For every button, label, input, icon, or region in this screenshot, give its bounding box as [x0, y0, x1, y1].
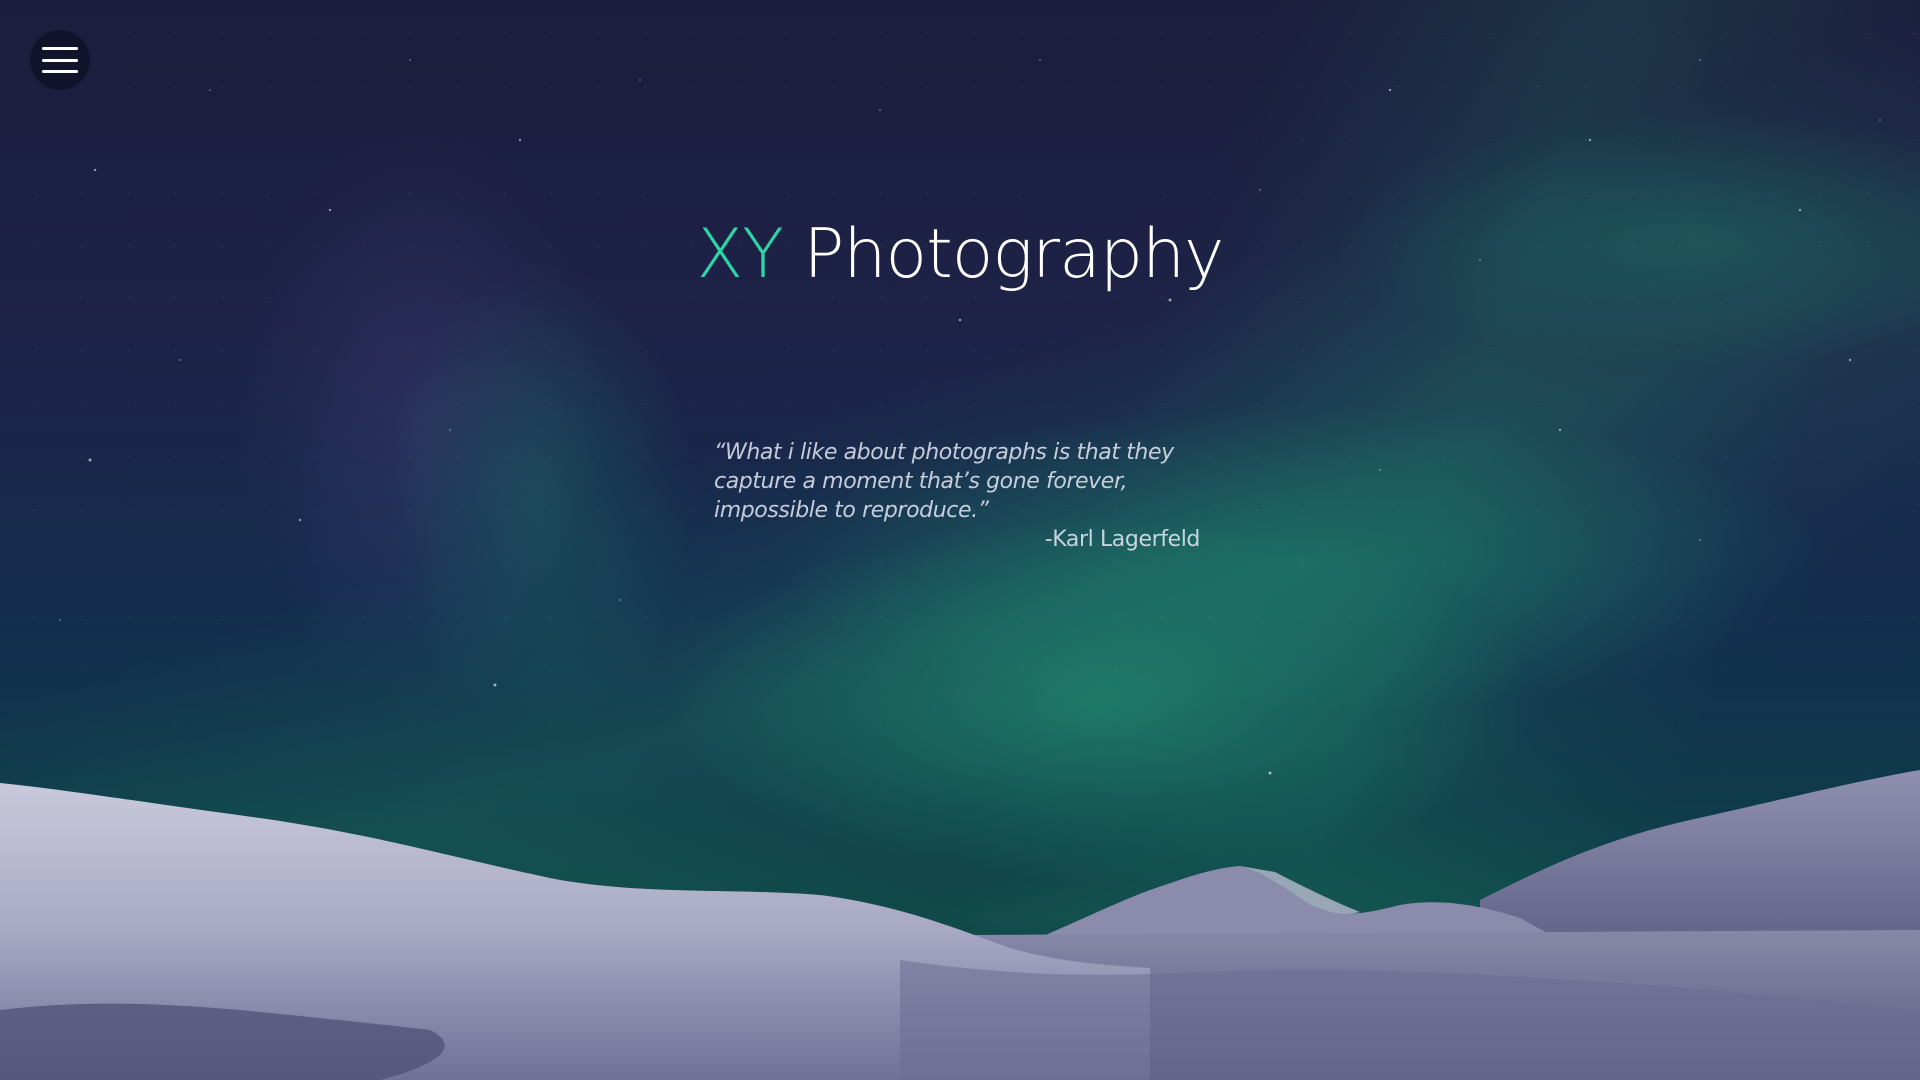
page: XY Photography “What i like about photog… [0, 0, 1920, 1080]
menu-button[interactable] [30, 30, 90, 90]
hamburger-menu-icon [42, 47, 78, 73]
quote-block: “What i like about photographs is that t… [714, 438, 1200, 554]
quote-text: “What i like about photographs is that t… [714, 440, 1174, 523]
quote-author: -Karl Lagerfeld [1044, 527, 1201, 552]
site-title: XY Photography [0, 214, 1920, 296]
site-title-text: Photography [803, 214, 1224, 294]
site-title-brand: XY [696, 214, 784, 294]
